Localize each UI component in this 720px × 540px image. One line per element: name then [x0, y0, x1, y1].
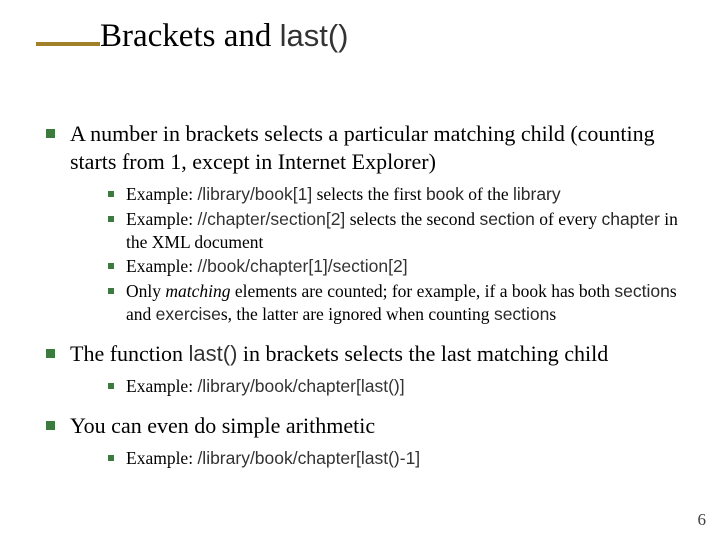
- text: s, the latter are ignored when counting: [221, 304, 494, 324]
- bullet-3-text: You can even do simple arithmetic: [70, 413, 375, 438]
- title-accent-bar: [36, 42, 100, 46]
- slide: { "title": { "part1": "Brackets and ", "…: [0, 0, 720, 540]
- example-label: Example:: [126, 448, 197, 468]
- bullet-1-text: A number in brackets selects a particula…: [70, 121, 655, 174]
- bullet-2-sublist: Example: /library/book/chapter[last()]: [70, 375, 680, 398]
- italic-text: matching: [165, 281, 230, 301]
- text: selects the second: [345, 209, 479, 229]
- code-inline: book: [426, 184, 464, 204]
- bullet-1: A number in brackets selects a particula…: [40, 120, 680, 326]
- text: of every: [535, 209, 602, 229]
- code-inline: chapter: [601, 209, 659, 229]
- bullet-2-sub-1: Example: /library/book/chapter[last()]: [70, 375, 680, 398]
- example-label: Example:: [126, 184, 197, 204]
- bullet-3-sub-1: Example: /library/book/chapter[last()-1]: [70, 447, 680, 470]
- bullet-1-sub-4: Only matching elements are counted; for …: [70, 280, 680, 326]
- bullet-2-text-a: The function: [70, 341, 189, 366]
- slide-title: Brackets and last(): [100, 18, 349, 54]
- text: elements are counted; for example, if a …: [231, 281, 615, 301]
- code-snippet: //chapter/section[2]: [197, 209, 345, 229]
- code-inline: exercise: [156, 304, 221, 324]
- bullet-3-sublist: Example: /library/book/chapter[last()-1]: [70, 447, 680, 470]
- title-text: Brackets and: [100, 18, 280, 54]
- title-code: last(): [280, 18, 349, 53]
- bullet-1-sub-2: Example: //chapter/section[2] selects th…: [70, 208, 680, 254]
- text: of the: [464, 184, 513, 204]
- slide-title-row: Brackets and last(): [36, 18, 684, 54]
- code-inline: section: [614, 281, 669, 301]
- code-inline: section: [494, 304, 549, 324]
- example-label: Example:: [126, 256, 197, 276]
- code-snippet: /library/book/chapter[last()]: [197, 376, 404, 396]
- code-snippet: /library/book/chapter[last()-1]: [197, 448, 420, 468]
- bullet-2: The function last() in brackets selects …: [40, 340, 680, 398]
- bullet-3: You can even do simple arithmetic Exampl…: [40, 412, 680, 470]
- code-snippet: /library/book[1]: [197, 184, 312, 204]
- page-number: 6: [698, 510, 707, 530]
- slide-content: A number in brackets selects a particula…: [40, 120, 680, 484]
- example-label: Example:: [126, 376, 197, 396]
- bullet-2-text-b: in brackets selects the last matching ch…: [237, 341, 608, 366]
- bullet-1-sub-1: Example: /library/book[1] selects the fi…: [70, 183, 680, 206]
- text: selects the first: [312, 184, 426, 204]
- bullet-1-sub-3: Example: //book/chapter[1]/section[2]: [70, 255, 680, 278]
- code-inline: section: [479, 209, 534, 229]
- code-inline: library: [513, 184, 561, 204]
- text: s: [549, 304, 556, 324]
- bullet-list-level1: A number in brackets selects a particula…: [40, 120, 680, 470]
- code-snippet: //book/chapter[1]/section[2]: [197, 256, 407, 276]
- code-inline: last(): [189, 341, 238, 366]
- example-label: Example:: [126, 209, 197, 229]
- text: Only: [126, 281, 165, 301]
- bullet-1-sublist: Example: /library/book[1] selects the fi…: [70, 183, 680, 326]
